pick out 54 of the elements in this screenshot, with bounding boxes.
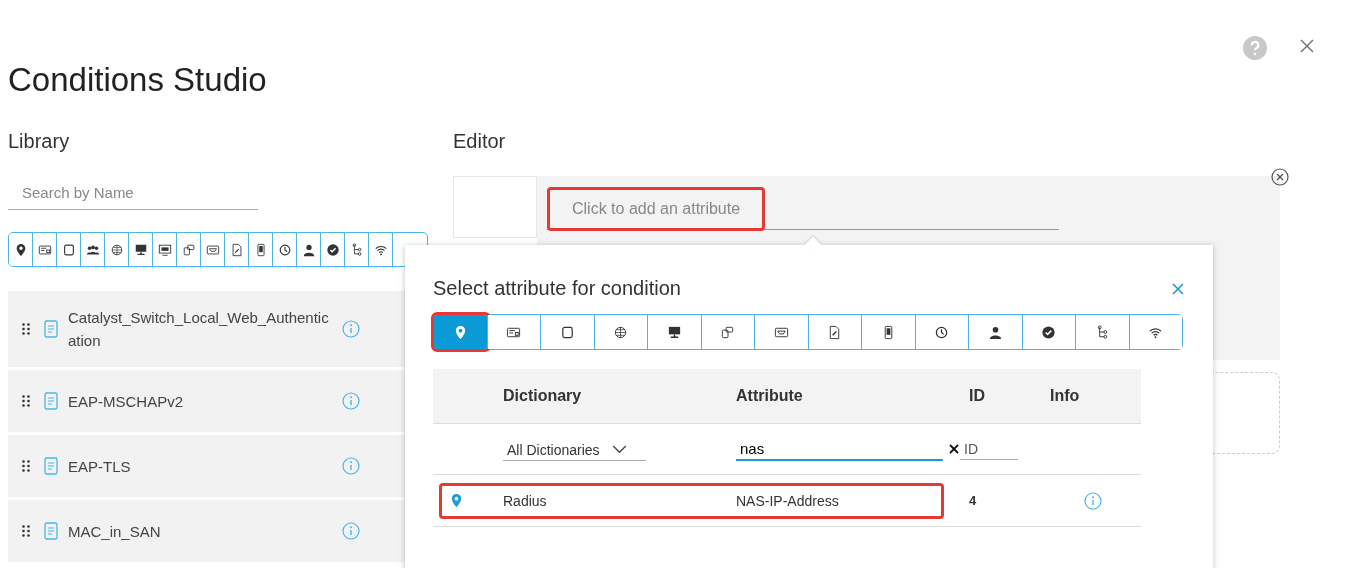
close-icon[interactable] (1171, 281, 1185, 296)
clock-icon (934, 324, 950, 340)
square-icon (61, 242, 76, 257)
library-item[interactable]: Catalyst_Switch_Local_Web_Authentication (8, 291, 406, 367)
remove-icon[interactable] (1271, 168, 1289, 186)
column-header: Info (1050, 387, 1081, 405)
filter-tab[interactable] (9, 233, 33, 266)
monitor-icon (133, 242, 148, 257)
result-row[interactable]: Radius NAS-IP-Address (439, 482, 944, 519)
document-icon (44, 392, 58, 410)
drag-handle-icon[interactable] (22, 525, 30, 537)
drag-handle-icon[interactable] (22, 395, 30, 407)
monitor-icon (666, 324, 682, 340)
column-header: Dictionary (503, 387, 583, 405)
table-cell-text: Radius (503, 492, 548, 509)
category-tab[interactable] (487, 315, 541, 349)
table-cell-text: NAS-IP-Address (736, 492, 840, 509)
person-icon (301, 242, 316, 257)
popup-title: Select attribute for condition (433, 277, 681, 300)
check-icon (325, 242, 340, 257)
clear-icon[interactable] (949, 444, 959, 454)
section-heading: Editor (453, 130, 507, 152)
id-card-icon (37, 242, 52, 257)
column-header: ID (969, 387, 986, 405)
column-header: Attribute (736, 387, 804, 405)
document-icon (44, 457, 58, 475)
globe-icon (109, 242, 124, 257)
library-item[interactable]: MAC_in_SAN (8, 500, 406, 562)
drag-handle-icon[interactable] (22, 460, 30, 472)
table-cell-text: 4 (969, 493, 978, 508)
dictionary-dropdown[interactable]: All Dictionaries (503, 437, 646, 461)
devices-icon (181, 242, 196, 257)
chevron-down-icon (611, 445, 627, 454)
document-icon (229, 242, 244, 257)
tray-icon (205, 242, 220, 257)
close-icon[interactable] (1299, 38, 1315, 54)
screen-icon (157, 242, 172, 257)
globe-icon (613, 324, 629, 340)
library-item[interactable]: EAP-TLS (8, 435, 406, 497)
clock-icon (277, 242, 292, 257)
person-icon (987, 324, 1003, 340)
condition-name: MAC_in_SAN (68, 521, 162, 542)
document-icon (44, 320, 58, 338)
condition-name: EAP-MSCHAPv2 (68, 391, 185, 412)
drag-handle-icon[interactable] (22, 323, 30, 335)
check-icon (1041, 324, 1057, 340)
section-heading: Library (8, 130, 71, 152)
condition-name: EAP-TLS (68, 456, 132, 477)
document-icon (44, 522, 58, 540)
square-icon (559, 324, 575, 340)
library-item[interactable]: EAP-MSCHAPv2 (8, 370, 406, 432)
devices-icon (720, 324, 736, 340)
dialog-title: Conditions Studio (7, 60, 268, 100)
condition-name: Catalyst_Switch_Local_Web_Authentication (68, 308, 330, 351)
